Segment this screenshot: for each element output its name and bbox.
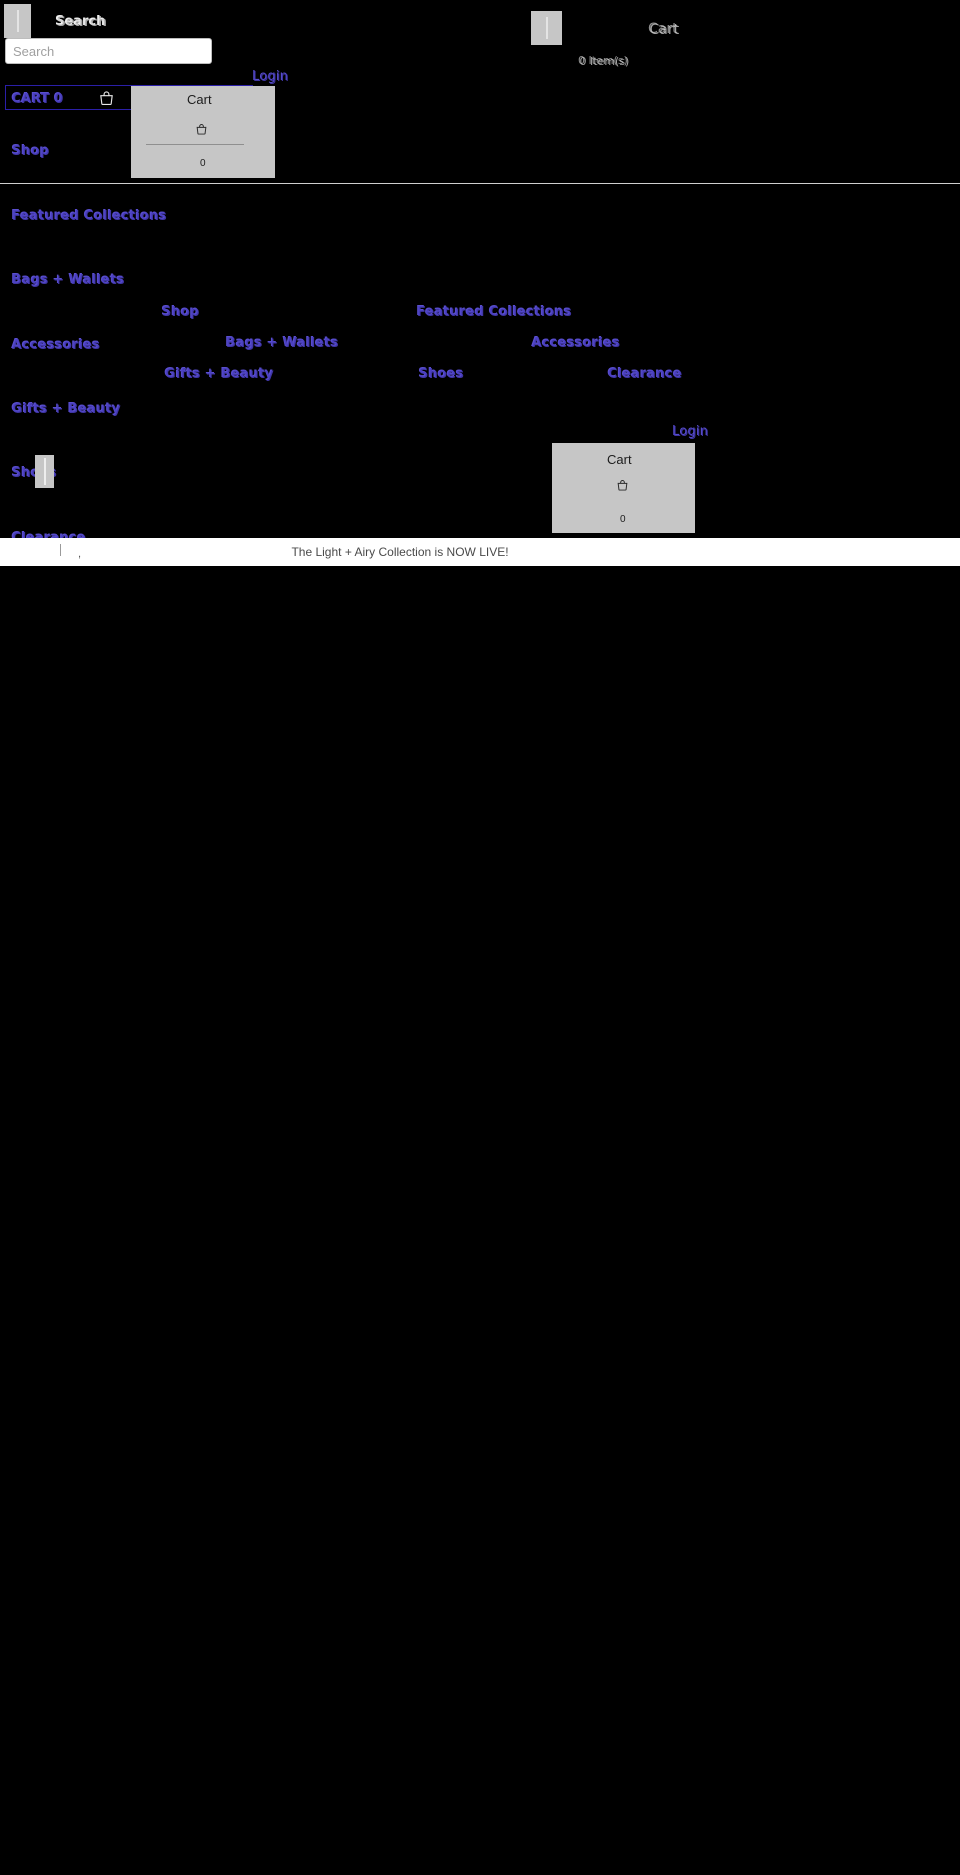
nav-divider bbox=[0, 183, 960, 184]
search-input[interactable] bbox=[5, 38, 212, 64]
cart-item-count: 0 Item(s) bbox=[578, 55, 629, 67]
cart-panel-title: Cart bbox=[607, 452, 632, 467]
nav-overlap-shop[interactable]: Shop bbox=[161, 305, 199, 319]
nav-item-gifts-beauty[interactable]: Gifts + Beauty bbox=[11, 402, 121, 416]
header-cart-label-clipped[interactable]: Cart bbox=[648, 22, 679, 37]
cart-panel-title: Cart bbox=[187, 92, 212, 107]
announcement-bar: , The Light + Airy Collection is NOW LIV… bbox=[0, 538, 960, 566]
header-right-logo-placeholder[interactable] bbox=[531, 11, 562, 45]
broken-image-icon bbox=[43, 457, 46, 486]
nav-overlap-featured-collections[interactable]: Featured Collections bbox=[416, 305, 572, 319]
cart-panel-divider bbox=[146, 144, 244, 145]
nav-item-bags-wallets[interactable]: Bags + Wallets bbox=[11, 273, 125, 287]
cart-panel-count: 0 bbox=[620, 514, 626, 525]
nav-item-accessories[interactable]: Accessories bbox=[11, 338, 101, 352]
broken-image-placeholder bbox=[35, 455, 54, 488]
announcement-message: The Light + Airy Collection is NOW LIVE! bbox=[291, 545, 509, 559]
shopping-bag-icon bbox=[195, 123, 208, 136]
nav-overlap-gifts-beauty[interactable]: Gifts + Beauty bbox=[164, 367, 274, 381]
nav-overlap-accessories[interactable]: Accessories bbox=[531, 336, 621, 350]
broken-image-icon bbox=[545, 17, 548, 39]
cart-panel-count: 0 bbox=[200, 158, 206, 169]
login-link-top[interactable]: Login bbox=[252, 70, 289, 84]
shopping-bag-icon bbox=[616, 479, 629, 492]
broken-image-icon bbox=[16, 10, 19, 32]
nav-overlap-bags-wallets[interactable]: Bags + Wallets bbox=[225, 336, 339, 350]
nav-item-featured-collections[interactable]: Featured Collections bbox=[11, 209, 167, 223]
page-body-empty bbox=[0, 566, 960, 1875]
login-link-secondary[interactable]: Login bbox=[672, 425, 709, 439]
search-heading: Search bbox=[55, 15, 107, 29]
cart-dropdown-panel-top: Cart 0 bbox=[131, 86, 275, 178]
cart-dropdown-panel-bottom: Cart 0 bbox=[552, 443, 695, 533]
shopping-bag-icon bbox=[98, 90, 115, 107]
nav-item-shop[interactable]: Shop bbox=[11, 144, 49, 158]
site-logo-placeholder[interactable] bbox=[4, 4, 31, 38]
nav-overlap-clearance[interactable]: Clearance bbox=[607, 367, 683, 381]
cart-toggle-label: CART 0 bbox=[11, 91, 64, 107]
nav-overlap-shoes[interactable]: Shoes bbox=[418, 367, 464, 381]
